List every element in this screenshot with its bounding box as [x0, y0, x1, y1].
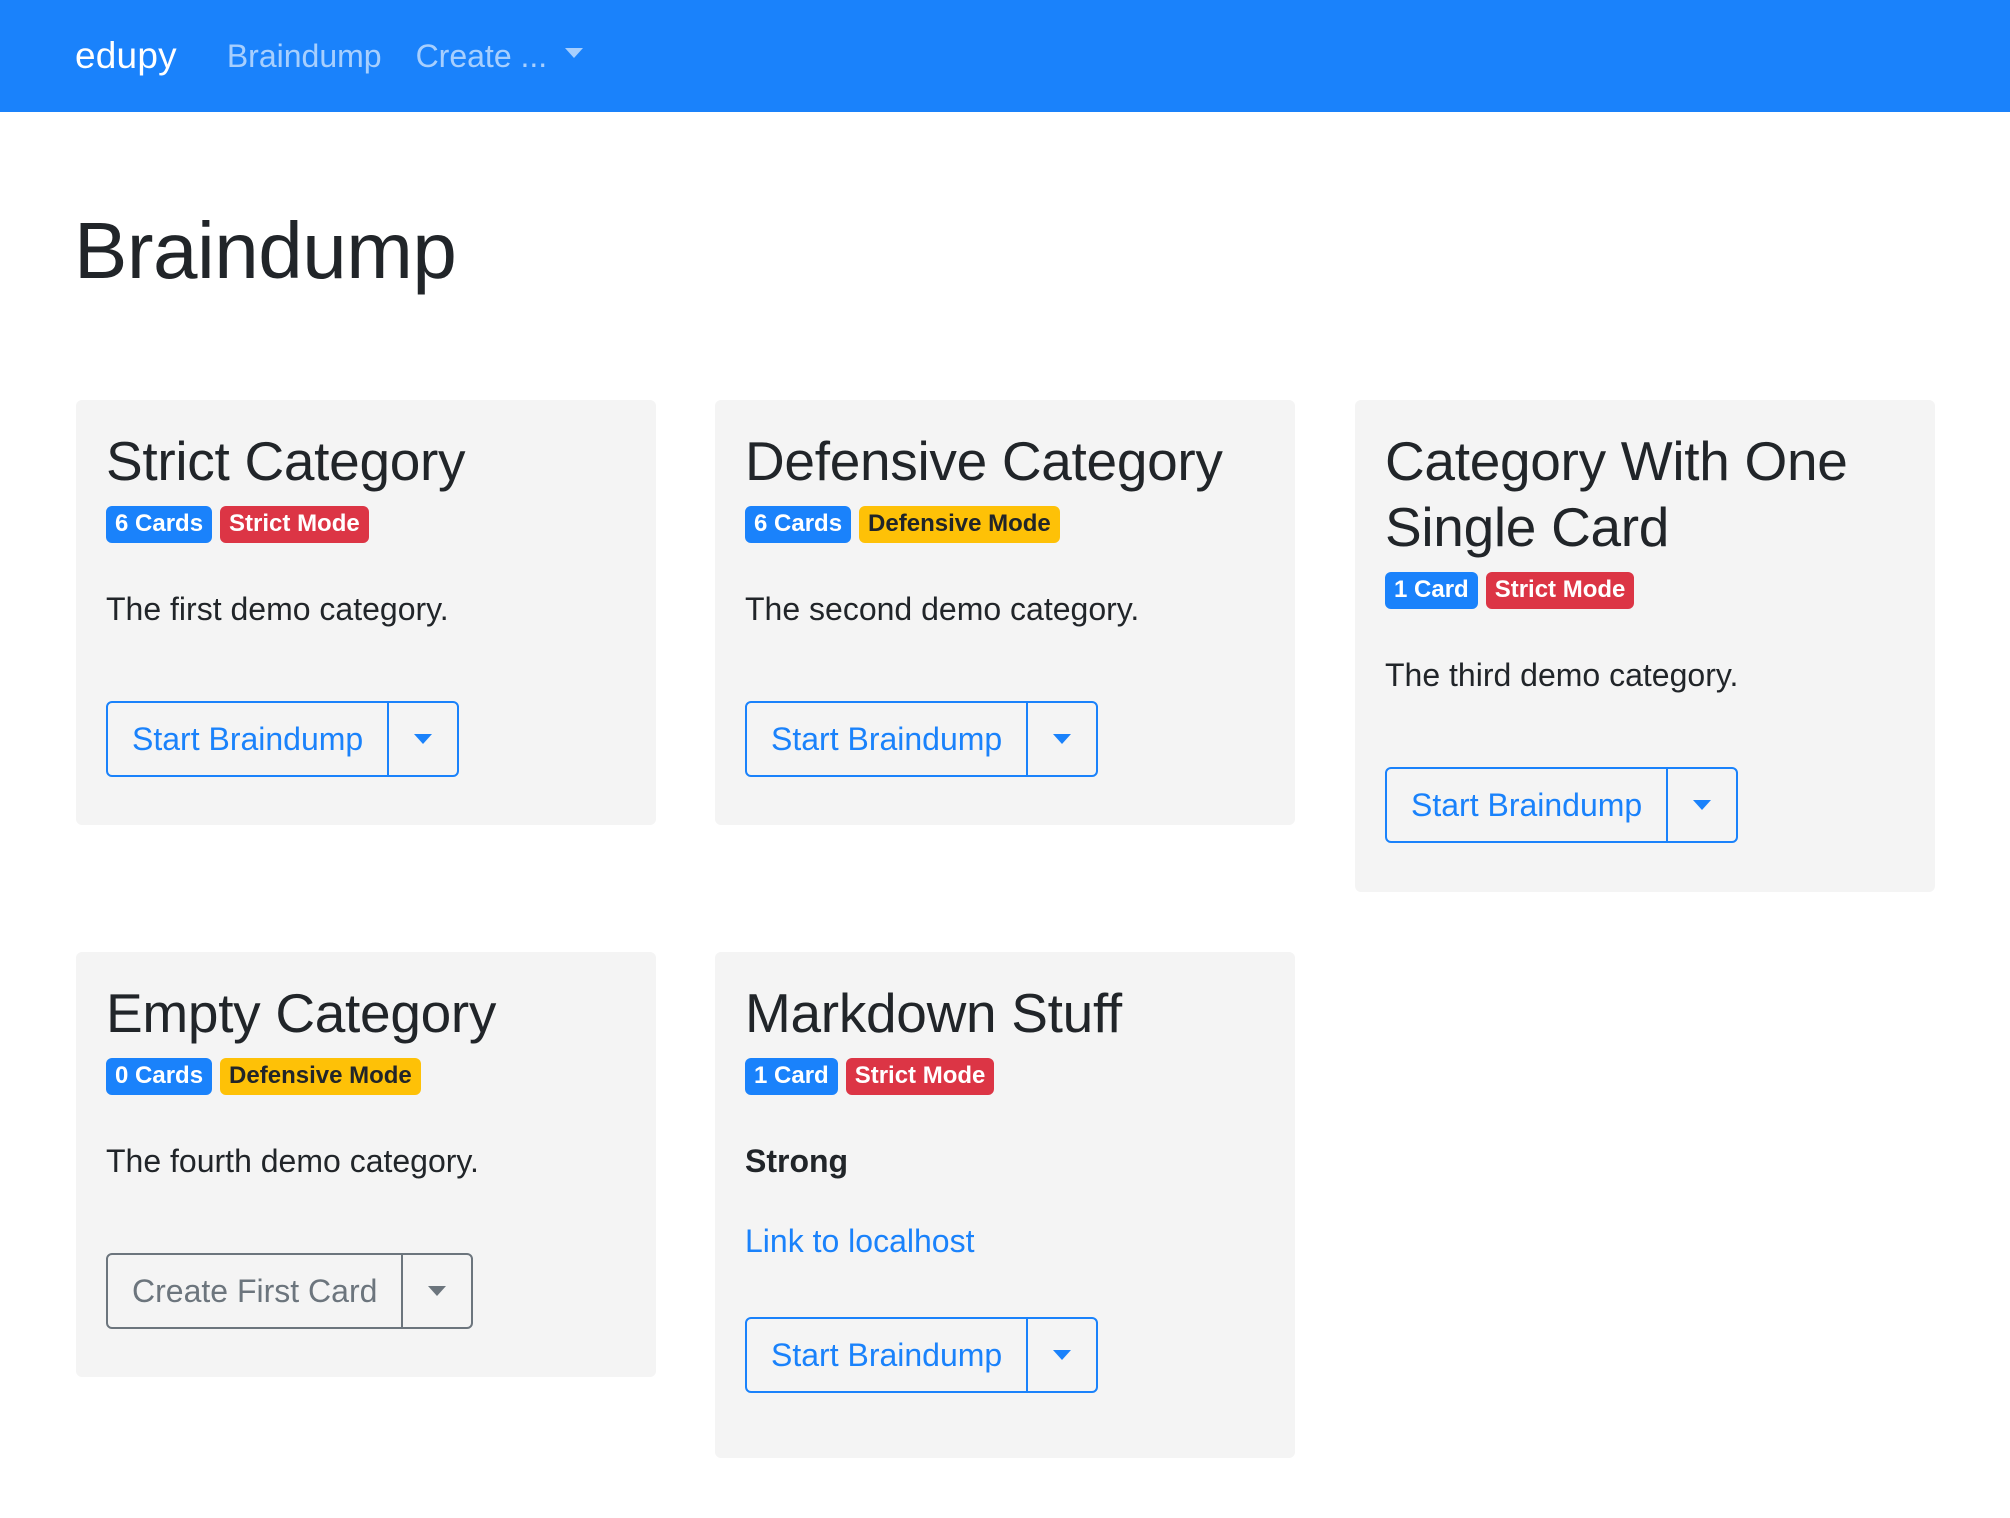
start-braindump-split-button: Start Braindump — [1385, 767, 1739, 843]
page-title: Braindump — [74, 206, 457, 295]
caret-down-icon — [414, 734, 433, 744]
nav-dropdown-create[interactable]: Create ... — [416, 38, 584, 75]
category-card-strict: Strict Category 6 Cards Strict Mode The … — [76, 400, 656, 825]
card-title: Markdown Stuff — [745, 982, 1122, 1044]
dropdown-toggle-button[interactable] — [403, 1255, 471, 1327]
card-count-badge: 6 Cards — [106, 506, 213, 543]
card-title: Empty Category — [106, 982, 497, 1044]
badge-row: 0 Cards Defensive Mode — [106, 1058, 626, 1095]
dropdown-toggle-button[interactable] — [1028, 703, 1096, 775]
start-braindump-split-button: Start Braindump — [106, 701, 460, 777]
caret-down-icon — [428, 1286, 447, 1296]
badge-row: 1 Card Strict Mode — [745, 1058, 1265, 1095]
mode-badge: Strict Mode — [845, 1058, 995, 1095]
card-count-badge: 1 Card — [1385, 572, 1478, 609]
badge-row: 6 Cards Strict Mode — [106, 506, 626, 543]
caret-down-icon — [1053, 1350, 1072, 1360]
card-count-badge: 6 Cards — [745, 506, 852, 543]
card-description: The second demo category. — [745, 591, 1140, 627]
dropdown-toggle-button[interactable] — [389, 703, 457, 775]
category-card-defensive: Defensive Category 6 Cards Defensive Mod… — [715, 400, 1295, 825]
start-braindump-split-button: Start Braindump — [745, 701, 1099, 777]
mode-badge: Defensive Mode — [859, 506, 1060, 543]
badge-row: 1 Card Strict Mode — [1385, 572, 1905, 609]
card-title: Category With One Single Card — [1385, 430, 1848, 558]
mode-badge: Strict Mode — [1485, 572, 1635, 609]
card-count-badge: 0 Cards — [106, 1058, 213, 1095]
dropdown-toggle-button[interactable] — [1668, 769, 1736, 841]
card-description-strong: Strong — [745, 1143, 849, 1179]
mode-badge: Defensive Mode — [220, 1058, 421, 1095]
dropdown-toggle-button[interactable] — [1028, 1319, 1096, 1391]
category-card-markdown: Markdown Stuff 1 Card Strict Mode Strong… — [715, 952, 1295, 1458]
card-title: Strict Category — [106, 430, 466, 492]
start-braindump-button[interactable]: Start Braindump — [108, 703, 390, 775]
start-braindump-button[interactable]: Start Braindump — [747, 1319, 1029, 1391]
start-braindump-split-button: Start Braindump — [745, 1317, 1099, 1393]
card-title: Defensive Category — [745, 430, 1223, 492]
card-description: The fourth demo category. — [106, 1143, 479, 1179]
navbar: edupy Braindump Create ... — [0, 0, 2010, 112]
card-description: The third demo category. — [1385, 657, 1739, 693]
start-braindump-button[interactable]: Start Braindump — [747, 703, 1029, 775]
card-count-badge: 1 Card — [745, 1058, 838, 1095]
create-first-card-button[interactable]: Create First Card — [108, 1255, 404, 1327]
caret-down-icon — [1053, 734, 1072, 744]
nav-link-label: Braindump — [226, 37, 382, 74]
caret-down-icon — [1693, 800, 1712, 810]
badge-row: 6 Cards Defensive Mode — [745, 506, 1265, 543]
nav-link-label: Create ... — [415, 37, 548, 74]
category-card-empty: Empty Category 0 Cards Defensive Mode Th… — [76, 952, 656, 1377]
card-description: The first demo category. — [106, 591, 449, 627]
caret-down-icon — [565, 48, 584, 58]
nav-link-braindump[interactable]: Braindump — [227, 38, 382, 75]
create-first-card-split-button: Create First Card — [106, 1253, 474, 1329]
localhost-link[interactable]: Link to localhost — [745, 1221, 1265, 1261]
start-braindump-button[interactable]: Start Braindump — [1387, 769, 1669, 841]
category-card-one-single-card: Category With One Single Card 1 Card Str… — [1355, 400, 1935, 892]
brand-logo-link[interactable]: edupy — [75, 35, 177, 77]
mode-badge: Strict Mode — [220, 506, 369, 543]
